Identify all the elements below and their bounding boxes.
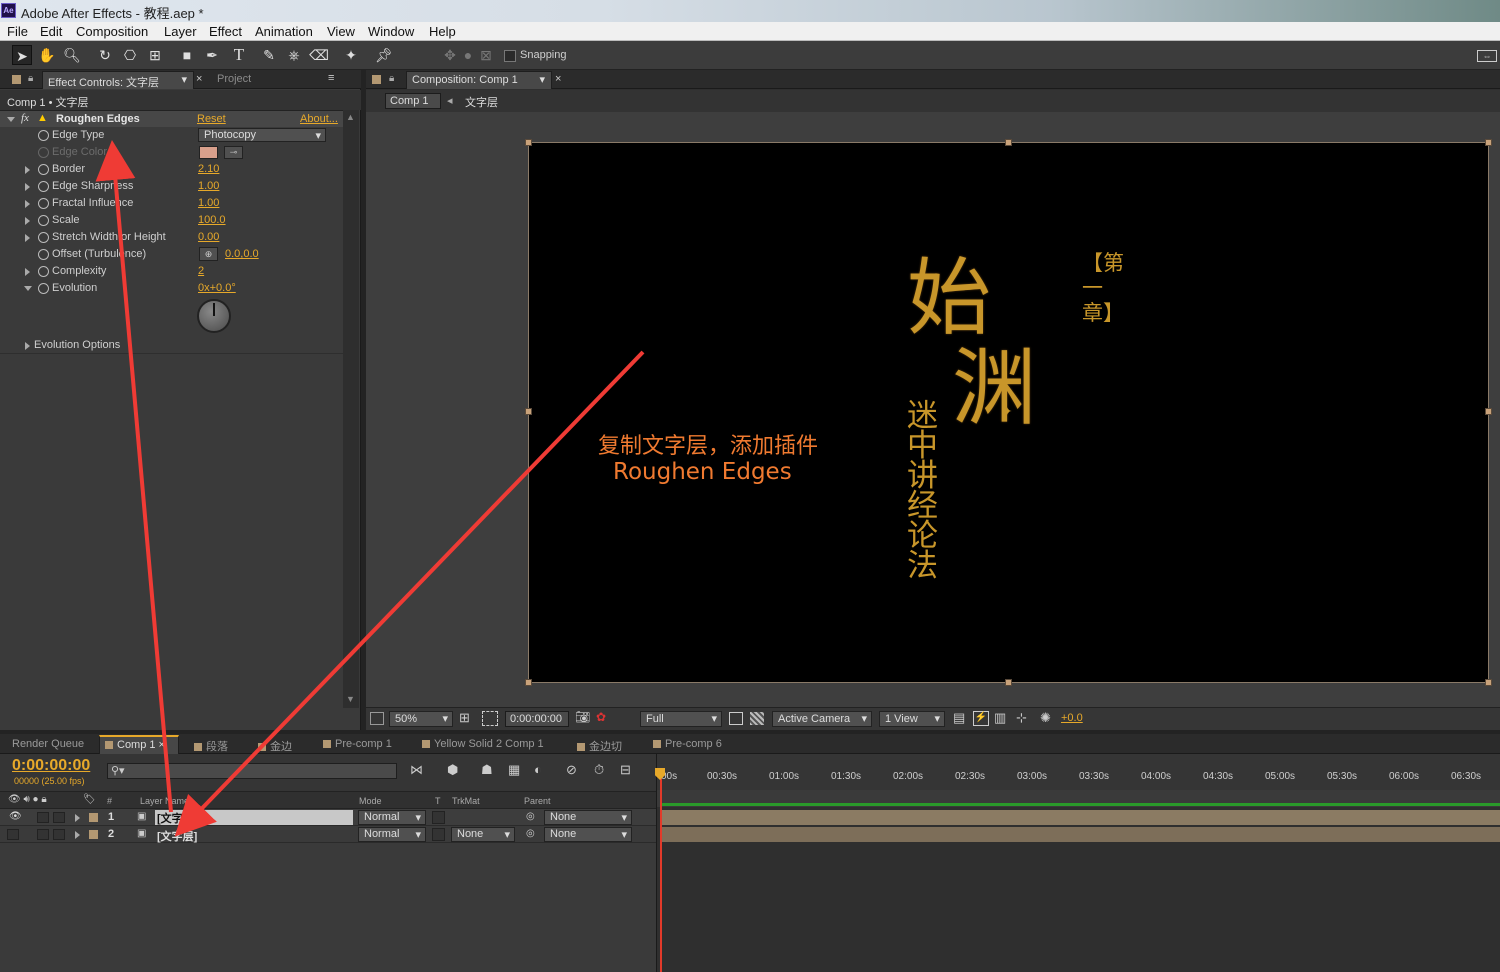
arrow-to-effect [95, 140, 173, 813]
arrow-to-layer [174, 350, 645, 837]
annotation-arrows [95, 140, 645, 837]
